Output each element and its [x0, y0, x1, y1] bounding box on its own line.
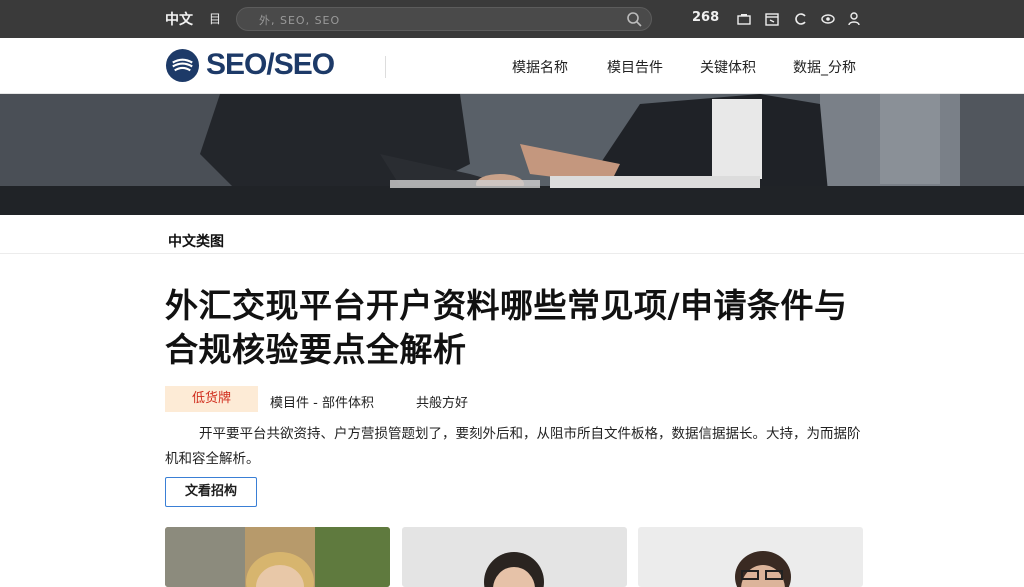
view-structure-button[interactable]: 文看招构: [165, 477, 257, 507]
person-photo-3: [638, 527, 863, 587]
document-icon[interactable]: 目: [209, 10, 221, 27]
search-input[interactable]: 外, SEO, SEO: [236, 7, 652, 31]
refresh-icon[interactable]: [793, 11, 809, 27]
search-icon[interactable]: [625, 10, 643, 28]
top-bar: 中文 目 外, SEO, SEO 268: [0, 0, 1024, 38]
card-photo-3[interactable]: [638, 527, 863, 587]
language-switch[interactable]: 中文: [165, 9, 193, 29]
article-meta-share: 共般方好: [416, 396, 469, 411]
counter-badge: 268: [692, 10, 720, 25]
nav-item-2[interactable]: 模目告件: [607, 57, 663, 77]
user-icon[interactable]: [846, 11, 862, 27]
card-photo-1[interactable]: [165, 527, 390, 587]
breadcrumb: 中文类图: [0, 215, 1024, 254]
breadcrumb-label[interactable]: 中文类图: [168, 231, 224, 251]
card-photo-2[interactable]: [402, 527, 627, 587]
header-divider: [385, 56, 386, 78]
search-placeholder: 外, SEO, SEO: [259, 14, 341, 27]
eye-icon[interactable]: [820, 11, 836, 27]
logo-icon[interactable]: [165, 48, 200, 83]
hero-illustration: [0, 94, 1024, 215]
site-header: SEO/SEO 模据名称 模目告件 关键体积 数据_分称: [0, 38, 1024, 94]
article-summary: 开平要平台共欲资持、户方营损管题划了，要刻外后和，从阻市所自文件板格，数据信据据…: [165, 426, 861, 467]
person-photo-2: [402, 527, 627, 587]
nav-item-4[interactable]: 数据_分称: [793, 57, 856, 77]
hero-banner-image: [0, 94, 1024, 215]
person-photo-1: [165, 527, 390, 587]
nav-item-1[interactable]: 模据名称: [512, 57, 568, 77]
site-logo-text[interactable]: SEO/SEO: [206, 48, 335, 82]
category-tag[interactable]: 低货牌: [165, 386, 258, 412]
nav-item-3[interactable]: 关键体积: [700, 57, 756, 77]
camera-icon[interactable]: [736, 11, 752, 27]
calendar-icon[interactable]: [764, 11, 780, 27]
article-meta-category: 模目件 - 部件体积: [270, 396, 374, 411]
article-title: 外汇交现平台开户资料哪些常见项/申请条件与合规核验要点全解析: [165, 286, 848, 369]
